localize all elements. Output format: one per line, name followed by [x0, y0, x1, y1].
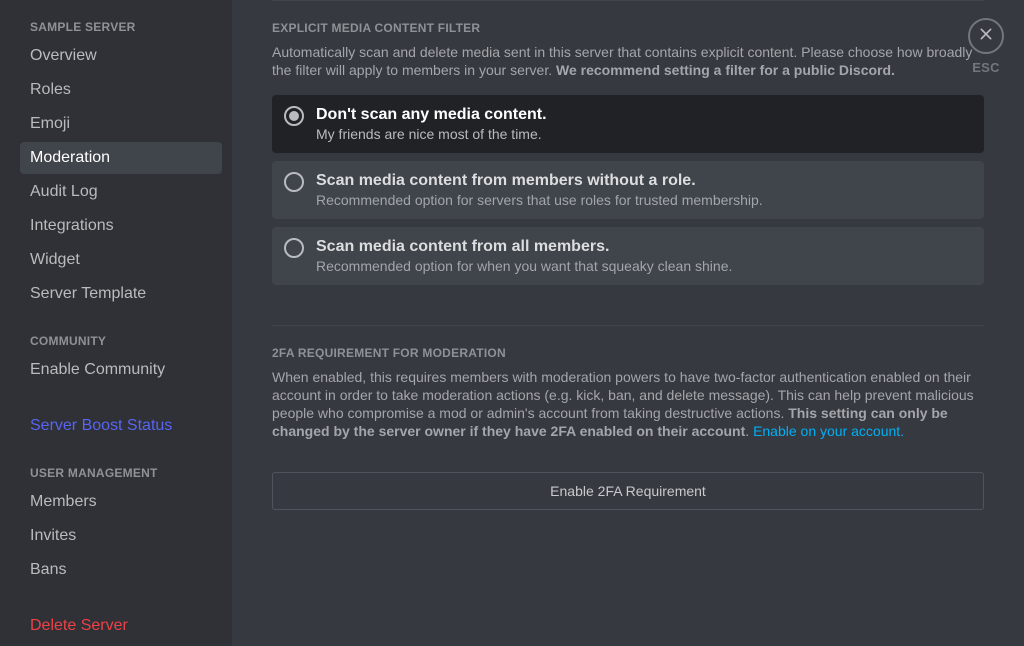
sidebar-item-emoji[interactable]: Emoji: [20, 108, 222, 140]
sidebar-item-integrations[interactable]: Integrations: [20, 210, 222, 242]
sidebar-item-widget[interactable]: Widget: [20, 244, 222, 276]
twofa-title: 2FA REQUIREMENT FOR MODERATION: [272, 346, 984, 360]
radio-icon: [284, 238, 304, 258]
sidebar-header-server: SAMPLE SERVER: [20, 20, 222, 40]
filter-option-no-role[interactable]: Scan media content from members without …: [272, 161, 984, 219]
close-button-container: ESC: [968, 18, 1004, 75]
sidebar-item-delete-server[interactable]: Delete Server: [20, 610, 222, 642]
radio-icon: [284, 106, 304, 126]
filter-option-title: Don't scan any media content.: [316, 105, 547, 125]
filter-option-title: Scan media content from all members.: [316, 237, 732, 257]
sidebar-item-server-boost[interactable]: Server Boost Status: [20, 410, 222, 442]
sidebar-item-invites[interactable]: Invites: [20, 520, 222, 552]
sidebar-header-user-management: USER MANAGEMENT: [20, 466, 222, 486]
sidebar-item-server-template[interactable]: Server Template: [20, 278, 222, 310]
radio-icon: [284, 172, 304, 192]
filter-option-sub: My friends are nice most of the time.: [316, 125, 547, 143]
sidebar-item-bans[interactable]: Bans: [20, 554, 222, 586]
enable-2fa-button[interactable]: Enable 2FA Requirement: [272, 472, 984, 510]
sidebar-item-enable-community[interactable]: Enable Community: [20, 354, 222, 386]
explicit-filter-title: EXPLICIT MEDIA CONTENT FILTER: [272, 21, 984, 35]
settings-sidebar: SAMPLE SERVER Overview Roles Emoji Moder…: [0, 0, 232, 646]
explicit-filter-desc-bold: We recommend setting a filter for a publ…: [556, 62, 895, 78]
explicit-filter-description: Automatically scan and delete media sent…: [272, 43, 984, 79]
settings-content: ESC EXPLICIT MEDIA CONTENT FILTER Automa…: [232, 0, 1024, 646]
filter-option-sub: Recommended option for when you want tha…: [316, 257, 732, 275]
sidebar-item-roles[interactable]: Roles: [20, 74, 222, 106]
twofa-description: When enabled, this requires members with…: [272, 368, 984, 440]
sidebar-header-community: COMMUNITY: [20, 334, 222, 354]
filter-option-sub: Recommended option for servers that use …: [316, 191, 763, 209]
sidebar-item-members[interactable]: Members: [20, 486, 222, 518]
sidebar-item-audit-log[interactable]: Audit Log: [20, 176, 222, 208]
close-icon: [978, 26, 994, 47]
filter-option-title: Scan media content from members without …: [316, 171, 763, 191]
twofa-desc-period: .: [745, 423, 753, 439]
filter-option-none[interactable]: Don't scan any media content. My friends…: [272, 95, 984, 153]
filter-option-all[interactable]: Scan media content from all members. Rec…: [272, 227, 984, 285]
close-button[interactable]: [968, 18, 1004, 54]
sidebar-item-moderation[interactable]: Moderation: [20, 142, 222, 174]
close-label: ESC: [968, 60, 1004, 75]
twofa-enable-link[interactable]: Enable on your account.: [753, 423, 904, 439]
sidebar-item-overview[interactable]: Overview: [20, 40, 222, 72]
